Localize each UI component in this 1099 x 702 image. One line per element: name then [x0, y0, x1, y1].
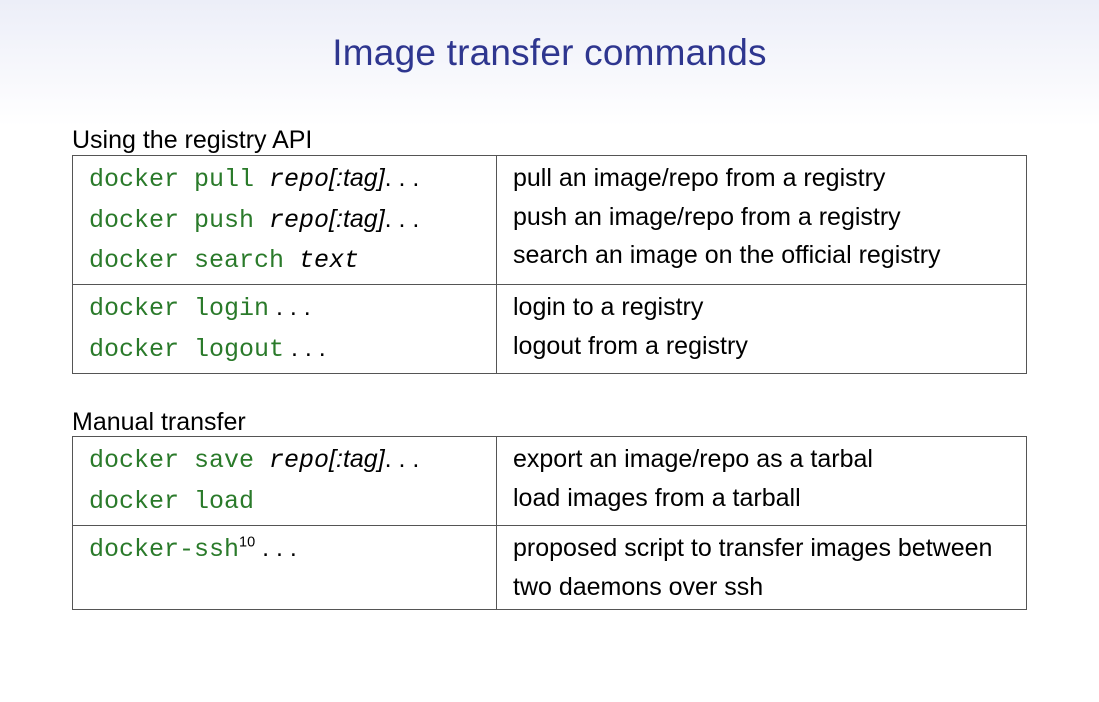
cmd-tail: . . .: [385, 164, 420, 192]
cmd-keyword: docker-ssh: [89, 535, 239, 564]
cmd-keyword: docker pull: [89, 165, 254, 194]
section-heading-registry: Using the registry API: [72, 126, 1027, 155]
cmd-arg: text: [284, 246, 359, 275]
table-row: docker-ssh10 . . . proposed script to tr…: [73, 525, 1027, 610]
section-heading-manual: Manual transfer: [72, 408, 1027, 437]
slide: Image transfer commands Using the regist…: [0, 0, 1099, 702]
cmd-tail: . . .: [385, 445, 420, 473]
cmd-arg: repo: [254, 446, 329, 475]
cmd-keyword: docker load: [89, 487, 254, 516]
cmd-desc: search an image on the official registry: [513, 241, 941, 269]
cmd-desc: export an image/repo as a tarbal: [513, 445, 873, 473]
slide-title: Image transfer commands: [72, 24, 1027, 74]
table-registry: docker pull repo[:tag]. . . docker push …: [72, 155, 1027, 374]
cmd-suffix: [:tag]: [329, 445, 385, 473]
footnote-ref: 10: [239, 534, 255, 550]
table-manual: docker save repo[:tag]. . . docker load …: [72, 436, 1027, 610]
cmd-keyword: docker search: [89, 246, 284, 275]
cmd-desc: login to a registry: [513, 293, 703, 321]
cmd-tail: . . .: [385, 205, 420, 233]
cmd-suffix: [:tag]: [329, 205, 385, 233]
cmd-tail: . . .: [269, 293, 311, 321]
cmd-desc: proposed script to transfer images betwe…: [513, 534, 992, 601]
cmd-tail: . . .: [255, 534, 297, 562]
cmd-tail: . . .: [284, 334, 326, 362]
cmd-desc: pull an image/repo from a registry: [513, 164, 885, 192]
cmd-keyword: docker push: [89, 206, 254, 235]
cmd-desc: logout from a registry: [513, 332, 748, 360]
cmd-desc: push an image/repo from a registry: [513, 203, 901, 231]
cmd-arg: repo: [254, 165, 329, 194]
cmd-arg: repo: [254, 206, 329, 235]
cmd-desc: load images from a tarball: [513, 484, 801, 512]
cmd-keyword: docker login: [89, 294, 269, 323]
cmd-keyword: docker save: [89, 446, 254, 475]
cmd-keyword: docker logout: [89, 335, 284, 364]
cmd-suffix: [:tag]: [329, 164, 385, 192]
